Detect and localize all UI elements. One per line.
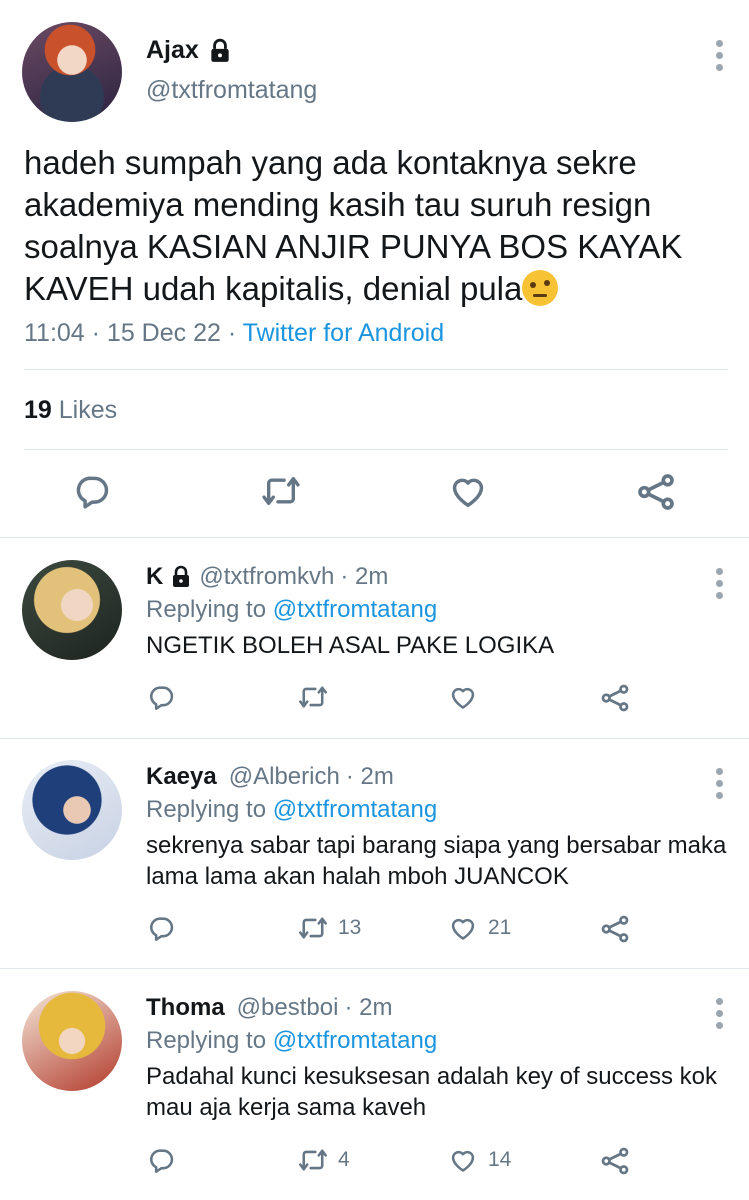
- divider: [0, 537, 749, 538]
- retweet-count: 13: [338, 916, 362, 939]
- like-icon[interactable]: [449, 914, 477, 942]
- share-icon[interactable]: [600, 683, 630, 713]
- timestamp: · 2m: [345, 763, 394, 790]
- reply-header: Thoma @bestboi · 2m: [146, 994, 392, 1022]
- tweet-meta: 11:04 · 15 Dec 22 · Twitter for Android: [24, 319, 444, 348]
- display-name[interactable]: Kaeya: [146, 763, 217, 791]
- user-handle[interactable]: @txtfromkvh: [199, 563, 334, 591]
- tweet-text: hadeh sumpah yang ada kontaknya sekre ak…: [24, 144, 683, 307]
- retweet-icon[interactable]: [261, 472, 301, 510]
- like-count: 14: [488, 1148, 512, 1171]
- more-options-icon[interactable]: [715, 768, 723, 799]
- timestamp: · 2m: [344, 994, 393, 1021]
- avatar[interactable]: [22, 22, 122, 122]
- retweet-count: 4: [338, 1148, 350, 1171]
- like-icon[interactable]: [449, 472, 487, 510]
- share-icon[interactable]: [600, 914, 630, 944]
- more-options-icon[interactable]: [715, 568, 723, 599]
- replying-to-link[interactable]: @txtfromtatang: [273, 796, 437, 823]
- divider: [24, 369, 728, 370]
- display-name[interactable]: Ajax: [146, 36, 233, 65]
- share-icon[interactable]: [636, 472, 676, 512]
- reply-text: Padahal kunci kesuksesan adalah key of s…: [146, 1063, 717, 1121]
- replying-to: Replying to @txtfromtatang: [146, 596, 438, 623]
- like-icon[interactable]: [449, 1146, 477, 1174]
- more-options-icon[interactable]: [715, 998, 723, 1029]
- raised-eyebrow-emoji-icon: [522, 270, 559, 306]
- avatar[interactable]: [22, 991, 122, 1091]
- avatar[interactable]: [22, 560, 122, 660]
- reply-text: NGETIK BOLEH ASAL PAKE LOGIKA: [146, 632, 555, 659]
- source-link[interactable]: Twitter for Android: [243, 319, 444, 347]
- retweet-icon[interactable]: [298, 1146, 328, 1174]
- lock-icon: [211, 38, 229, 62]
- like-icon[interactable]: [449, 683, 477, 711]
- replying-to: Replying to @txtfromtatang: [146, 796, 438, 823]
- reply-text: sekrenya sabar tapi barang siapa yang be…: [146, 832, 727, 890]
- share-icon[interactable]: [600, 1146, 630, 1176]
- reply-header: Kaeya @Alberich · 2m: [146, 763, 394, 791]
- timestamp: · 2m: [340, 563, 389, 590]
- display-name[interactable]: K: [146, 563, 163, 591]
- replying-to: Replying to @txtfromtatang: [146, 1027, 438, 1054]
- lock-icon: [173, 565, 190, 587]
- user-handle[interactable]: @txtfromtatang: [146, 76, 317, 105]
- replying-to-link[interactable]: @txtfromtatang: [273, 596, 437, 623]
- replying-to-link[interactable]: @txtfromtatang: [273, 1027, 437, 1054]
- divider: [0, 968, 749, 969]
- display-name[interactable]: Thoma: [146, 994, 225, 1022]
- divider: [24, 449, 728, 450]
- reply-icon[interactable]: [148, 1146, 176, 1174]
- avatar[interactable]: [22, 760, 122, 860]
- likes-stat[interactable]: 19 Likes: [24, 396, 117, 425]
- retweet-icon[interactable]: [298, 914, 328, 942]
- user-handle[interactable]: @Alberich: [229, 763, 340, 791]
- reply-icon[interactable]: [148, 914, 176, 942]
- retweet-icon[interactable]: [298, 683, 328, 711]
- reply-header: K @txtfromkvh · 2m: [146, 563, 388, 591]
- more-options-icon[interactable]: [715, 40, 723, 71]
- reply-icon[interactable]: [74, 472, 112, 510]
- user-handle[interactable]: @bestboi: [237, 994, 339, 1022]
- like-count: 21: [488, 916, 512, 939]
- timestamp: 11:04 · 15 Dec 22 ·: [24, 319, 243, 347]
- divider: [0, 738, 749, 739]
- reply-icon[interactable]: [148, 683, 176, 711]
